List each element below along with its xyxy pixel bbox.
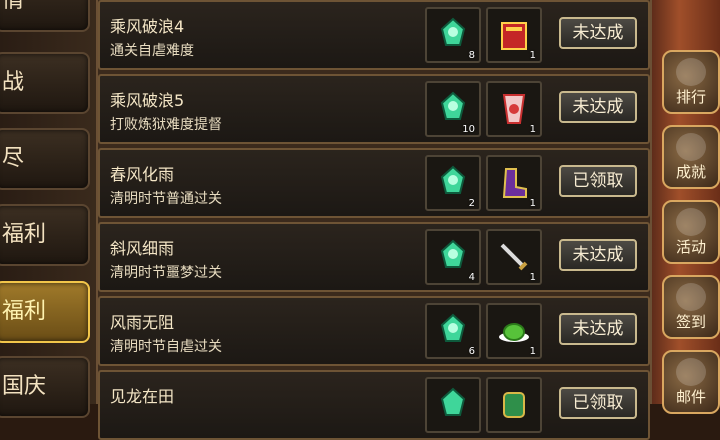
side-menu-label: 活动 [675, 238, 706, 256]
category-label: 福利 [2, 222, 47, 247]
reward-slot[interactable]: 1 [486, 155, 542, 211]
task-description: 清明时节普通过关 [110, 191, 222, 207]
purple-boots-icon [502, 168, 527, 198]
reward-quantity: 2 [468, 198, 475, 209]
task-description: 打败炼狱难度提督 [110, 117, 222, 133]
task-row: 乘风破浪4 通关自虐难度 8 1 未达成 [98, 0, 650, 70]
task-title: 春风化雨 [110, 165, 175, 184]
task-panel: 乘风破浪4 通关自虐难度 8 1 未达成 乘风破浪5 打败炼狱难度提督 10 1… [96, 0, 652, 440]
task-title: 见龙在田 [110, 387, 175, 406]
reward-quantity: 1 [529, 124, 536, 135]
reward-quantity: 1 [529, 198, 536, 209]
status-button[interactable]: 已领取 [559, 387, 637, 419]
task-title: 乘风破浪5 [110, 91, 185, 110]
category-tab-2[interactable]: 战 [0, 52, 90, 114]
reward-quantity: 6 [468, 346, 475, 357]
signin-button[interactable]: 签到 [662, 275, 720, 339]
reward-slot[interactable]: 8 [425, 7, 481, 63]
ranking-button[interactable]: 排行 [662, 50, 720, 114]
reward-slot[interactable] [425, 377, 481, 433]
reward-slot[interactable]: 6 [425, 303, 481, 359]
task-row: 风雨无阻 清明时节自虐过关 6 1 未达成 [98, 296, 650, 366]
reward-slot[interactable]: 1 [486, 81, 542, 137]
sword-icon [500, 243, 528, 271]
green-gem-icon [440, 91, 466, 120]
reward-slot[interactable]: 1 [486, 229, 542, 285]
reward-quantity: 4 [468, 272, 475, 283]
category-label: 国庆 [2, 374, 47, 399]
category-label: 情 [2, 0, 25, 13]
reward-quantity: 1 [529, 272, 536, 283]
green-gem-icon [440, 165, 466, 194]
ranking-icon [676, 58, 706, 86]
status-button[interactable]: 已领取 [559, 165, 637, 197]
category-list: 情 战 尽 福利 福利 国庆 [0, 0, 96, 418]
reward-slot[interactable]: 1 [486, 303, 542, 359]
reward-slot[interactable]: 10 [425, 81, 481, 137]
category-tab-3[interactable]: 尽 [0, 128, 90, 190]
task-title: 乘风破浪4 [110, 17, 185, 36]
green-gem-icon [440, 239, 466, 268]
category-tab-6[interactable]: 国庆 [0, 356, 90, 418]
task-description: 清明时节噩梦过关 [110, 265, 222, 281]
side-menu-label: 排行 [675, 88, 706, 106]
status-button[interactable]: 未达成 [559, 313, 637, 345]
reward-quantity: 8 [468, 50, 475, 61]
category-label: 福利 [2, 299, 47, 324]
green-gem-icon [440, 387, 466, 416]
category-label: 战 [2, 70, 25, 95]
red-book-icon [501, 22, 527, 50]
task-description: 通关自虐难度 [110, 43, 194, 59]
mail-button[interactable]: 邮件 [662, 350, 720, 414]
reward-quantity: 1 [529, 50, 536, 61]
green-armor-icon [503, 392, 525, 418]
reward-slot[interactable] [486, 377, 542, 433]
reward-slot[interactable]: 2 [425, 155, 481, 211]
side-menu-label: 邮件 [675, 388, 706, 406]
reward-quantity: 10 [462, 124, 475, 135]
mail-icon [676, 358, 706, 386]
side-menu: 排行 成就 活动 签到 邮件 [652, 0, 720, 414]
side-menu-label: 签到 [675, 313, 706, 331]
task-row: 乘风破浪5 打败炼狱难度提督 10 1 未达成 [98, 74, 650, 144]
task-row: 斜风细雨 清明时节噩梦过关 4 1 未达成 [98, 222, 650, 292]
reward-slot[interactable]: 1 [486, 7, 542, 63]
status-button[interactable]: 未达成 [559, 91, 637, 123]
reward-slot[interactable]: 4 [425, 229, 481, 285]
green-gem-icon [440, 313, 466, 342]
achievement-button[interactable]: 成就 [662, 125, 720, 189]
task-row: 春风化雨 清明时节普通过关 2 1 已领取 [98, 148, 650, 218]
signin-icon [676, 283, 706, 311]
task-title: 风雨无阻 [110, 313, 175, 332]
category-label: 尽 [2, 146, 25, 171]
achievement-icon [676, 133, 706, 161]
green-gem-icon [440, 17, 466, 46]
reward-quantity: 1 [529, 346, 536, 357]
activity-icon [676, 208, 706, 236]
category-tab-5-selected[interactable]: 福利 [0, 281, 90, 343]
green-dumpling-icon [499, 323, 529, 342]
side-menu-label: 成就 [675, 163, 706, 181]
red-scroll-icon [502, 94, 526, 124]
task-description: 清明时节自虐过关 [110, 339, 222, 355]
category-tab-4[interactable]: 福利 [0, 204, 90, 266]
task-row: 见龙在田 已领取 [98, 370, 650, 440]
status-button[interactable]: 未达成 [559, 239, 637, 271]
activity-button[interactable]: 活动 [662, 200, 720, 264]
category-tab-1[interactable]: 情 [0, 0, 90, 32]
status-button[interactable]: 未达成 [559, 17, 637, 49]
task-title: 斜风细雨 [110, 239, 175, 258]
